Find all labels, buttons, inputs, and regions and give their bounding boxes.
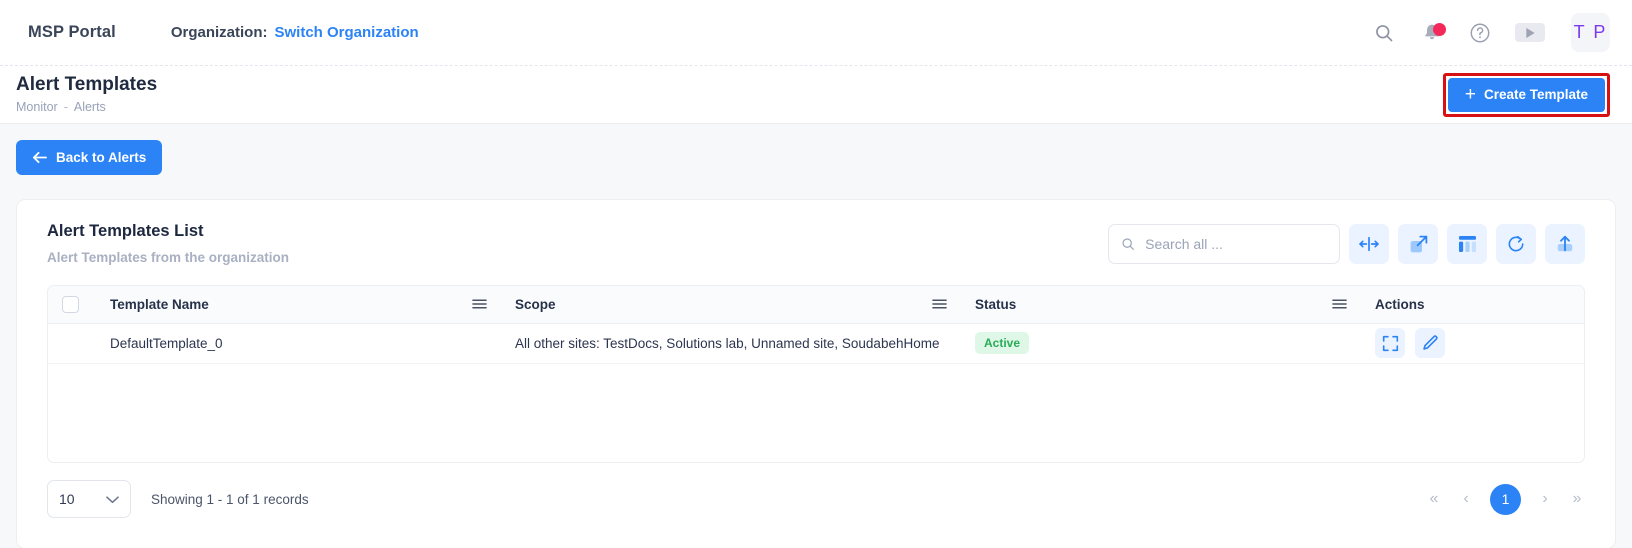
status-badge: Active — [975, 332, 1029, 354]
expand-icon[interactable] — [1398, 224, 1438, 264]
select-all-header — [48, 286, 96, 323]
create-template-highlight: + Create Template — [1443, 73, 1610, 117]
cell-scope: All other sites: TestDocs, Solutions lab… — [501, 323, 961, 363]
top-navigation-bar: MSP Portal Organization: Switch Organiza… — [0, 0, 1632, 66]
prev-page-button[interactable]: ‹ — [1458, 490, 1474, 508]
column-header-template-name[interactable]: Template Name — [96, 286, 501, 323]
next-page-button[interactable]: › — [1537, 490, 1553, 508]
cell-template-name: DefaultTemplate_0 — [96, 323, 501, 363]
column-label: Actions — [1375, 297, 1425, 312]
cell-status: Active — [961, 323, 1361, 363]
row-select-cell — [48, 323, 96, 363]
help-icon[interactable] — [1467, 20, 1493, 46]
alert-templates-card: Alert Templates List Alert Templates fro… — [16, 199, 1616, 548]
arrow-left-icon — [32, 151, 47, 164]
notification-bell-icon[interactable] — [1419, 20, 1445, 46]
page-number-1[interactable]: 1 — [1490, 484, 1521, 515]
search-box[interactable] — [1108, 224, 1340, 264]
cell-actions — [1361, 323, 1584, 363]
page-body: Back to Alerts Alert Templates List Aler… — [0, 124, 1632, 548]
column-header-scope[interactable]: Scope — [501, 286, 961, 323]
column-label: Template Name — [110, 297, 209, 312]
column-header-status[interactable]: Status — [961, 286, 1361, 323]
organization-selector: Organization: Switch Organization — [171, 24, 419, 41]
page-title: Alert Templates — [16, 75, 157, 96]
records-summary: Showing 1 - 1 of 1 records — [151, 492, 309, 507]
page-size-value: 10 — [59, 491, 75, 507]
app-brand: MSP Portal — [28, 23, 116, 42]
search-input[interactable] — [1145, 236, 1327, 252]
organization-label: Organization: — [171, 24, 268, 41]
back-to-alerts-label: Back to Alerts — [56, 150, 146, 165]
card-header: Alert Templates List Alert Templates fro… — [47, 222, 1585, 265]
play-video-icon[interactable] — [1515, 23, 1545, 42]
page-header: Alert Templates Monitor - Alerts + Creat… — [0, 66, 1632, 124]
edit-pencil-icon[interactable] — [1415, 328, 1445, 358]
table-footer: 10 Showing 1 - 1 of 1 records « ‹ 1 › » — [47, 480, 1585, 518]
refresh-icon[interactable] — [1496, 224, 1536, 264]
notification-badge — [1433, 23, 1446, 36]
search-icon — [1121, 236, 1135, 252]
column-header-actions: Actions — [1361, 286, 1584, 323]
first-page-button[interactable]: « — [1426, 490, 1442, 508]
last-page-button[interactable]: » — [1569, 490, 1585, 508]
pagination: « ‹ 1 › » — [1426, 484, 1585, 515]
table-row[interactable]: DefaultTemplate_0 All other sites: TestD… — [48, 323, 1584, 363]
plus-icon: + — [1465, 85, 1476, 104]
card-subtitle: Alert Templates from the organization — [47, 250, 289, 265]
card-title: Alert Templates List — [47, 222, 289, 241]
export-upload-icon[interactable] — [1545, 224, 1585, 264]
page-size-select[interactable]: 10 — [47, 480, 131, 518]
breadcrumb-current[interactable]: Alerts — [74, 100, 106, 114]
avatar[interactable]: T P — [1571, 13, 1610, 52]
chevron-down-icon — [106, 495, 119, 504]
column-menu-icon[interactable] — [472, 298, 487, 310]
fit-columns-icon[interactable] — [1349, 224, 1389, 264]
columns-icon[interactable] — [1447, 224, 1487, 264]
breadcrumb-separator: - — [64, 100, 68, 114]
card-toolbar — [1108, 224, 1585, 264]
search-icon[interactable] — [1371, 20, 1397, 46]
create-template-button[interactable]: + Create Template — [1448, 78, 1605, 112]
table-header-row: Template Name Scope — [48, 286, 1584, 323]
back-to-alerts-button[interactable]: Back to Alerts — [16, 140, 162, 175]
alert-templates-table: Template Name Scope — [47, 285, 1585, 463]
breadcrumb: Monitor - Alerts — [16, 100, 157, 114]
column-label: Status — [975, 297, 1016, 312]
create-template-label: Create Template — [1484, 87, 1588, 102]
column-label: Scope — [515, 297, 556, 312]
breadcrumb-parent[interactable]: Monitor — [16, 100, 58, 114]
switch-organization-link[interactable]: Switch Organization — [274, 24, 418, 41]
expand-fullscreen-icon[interactable] — [1375, 328, 1405, 358]
select-all-checkbox[interactable] — [62, 296, 79, 313]
column-menu-icon[interactable] — [932, 298, 947, 310]
top-bar-actions: T P — [1371, 13, 1610, 52]
column-menu-icon[interactable] — [1332, 298, 1347, 310]
